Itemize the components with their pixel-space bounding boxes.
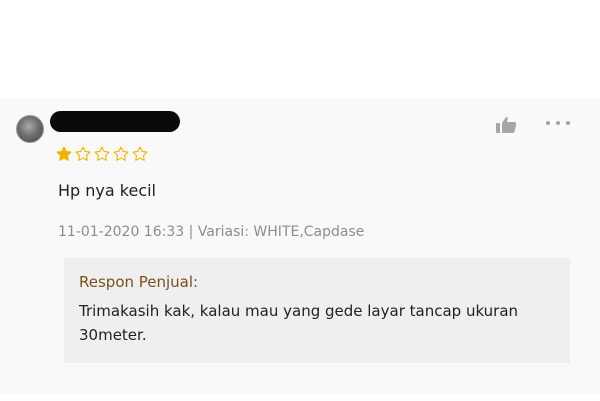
star-empty-icon (113, 146, 129, 161)
star-empty-icon (94, 146, 110, 161)
star-filled-icon (56, 146, 72, 161)
avatar[interactable] (16, 115, 44, 143)
more-icon[interactable] (543, 119, 573, 127)
seller-response-title: Respon Penjual: (79, 273, 199, 291)
star-empty-icon (132, 146, 148, 161)
star-empty-icon (75, 146, 91, 161)
review-meta: 11-01-2020 16:33 | Variasi: WHITE,Capdas… (58, 224, 365, 240)
thumbs-up-icon[interactable] (495, 116, 517, 134)
review-text: Hp nya kecil (58, 181, 156, 200)
star-rating (56, 146, 148, 164)
redacted-username (50, 111, 180, 132)
seller-response-box: Respon Penjual: Trimakasih kak, kalau ma… (64, 258, 570, 363)
seller-response-text: Trimakasih kak, kalau mau yang gede laya… (79, 302, 519, 344)
